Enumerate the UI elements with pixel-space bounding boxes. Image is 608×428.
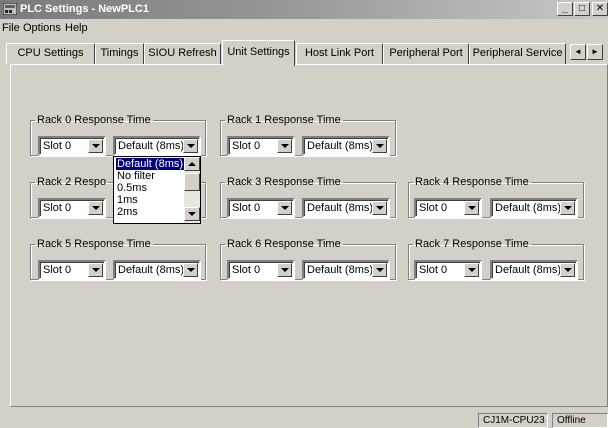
status-model: CJ1M-CPU23	[478, 413, 548, 428]
rack-6-time-value: Default (8ms)	[307, 264, 374, 276]
rack-0-time-value: Default (8ms)	[118, 140, 185, 152]
tab-scroll-right-icon[interactable]: ►	[587, 44, 603, 60]
rack-0-slot-value: Slot 0	[43, 140, 72, 152]
rack-3-slot-value: Slot 0	[232, 202, 261, 214]
chevron-down-icon[interactable]	[88, 263, 103, 277]
menu-bar: File Options Help	[0, 19, 608, 37]
rack-1-time-value: Default (8ms)	[307, 140, 374, 152]
rack-3-slot-select[interactable]: Slot 0	[227, 198, 295, 218]
rack-7-slot-select[interactable]: Slot 0	[414, 260, 482, 280]
rack-6-slot-value: Slot 0	[232, 264, 261, 276]
tab-host-link-port[interactable]: Host Link Port	[296, 43, 383, 64]
rack-3-time-select[interactable]: Default (8ms)	[302, 198, 390, 218]
chevron-down-icon[interactable]	[277, 139, 292, 153]
response-time-dropdown-list[interactable]: Default (8ms) No filter 0.5ms 1ms 2ms	[113, 156, 201, 224]
chevron-down-icon[interactable]	[277, 201, 292, 215]
rack-5-time-select[interactable]: Default (8ms)	[113, 260, 201, 280]
menu-file[interactable]: File	[2, 22, 20, 34]
rack-6-slot-select[interactable]: Slot 0	[227, 260, 295, 280]
rack-4-time-select[interactable]: Default (8ms)	[490, 198, 578, 218]
chevron-down-icon[interactable]	[372, 201, 387, 215]
rack-6-time-select[interactable]: Default (8ms)	[302, 260, 390, 280]
chevron-down-icon[interactable]	[88, 201, 103, 215]
chevron-down-icon[interactable]	[183, 139, 198, 153]
rack-7-label: Rack 7 Response Time	[415, 238, 529, 250]
chevron-down-icon[interactable]	[560, 263, 575, 277]
chevron-down-icon[interactable]	[88, 139, 103, 153]
chevron-down-icon[interactable]	[560, 201, 575, 215]
title-bar: PLC Settings - NewPLC1 _ □ ✕	[0, 0, 608, 19]
rack-1-slot-value: Slot 0	[232, 140, 261, 152]
scroll-up-icon[interactable]	[184, 157, 200, 171]
rack-3-time-value: Default (8ms)	[307, 202, 374, 214]
menu-options[interactable]: Options	[23, 22, 61, 34]
chevron-down-icon[interactable]	[277, 263, 292, 277]
rack-5-time-value: Default (8ms)	[118, 264, 185, 276]
rack-1-label: Rack 1 Response Time	[227, 114, 341, 126]
rack-4-slot-value: Slot 0	[419, 202, 448, 214]
rack-0-time-select[interactable]: Default (8ms)	[113, 136, 201, 156]
chevron-down-icon[interactable]	[464, 201, 479, 215]
minimize-button[interactable]: _	[557, 2, 573, 16]
window-title: PLC Settings - NewPLC1	[20, 3, 149, 15]
rack-2-slot-select[interactable]: Slot 0	[38, 198, 106, 218]
maximize-button[interactable]: □	[574, 2, 590, 16]
tab-siou-refresh[interactable]: SIOU Refresh	[144, 43, 221, 64]
rack-6-label: Rack 6 Response Time	[227, 238, 341, 250]
rack-2-label: Rack 2 Respo	[37, 176, 107, 188]
status-mode: Offline	[552, 413, 608, 428]
rack-5-slot-select[interactable]: Slot 0	[38, 260, 106, 280]
menu-help[interactable]: Help	[65, 22, 88, 34]
dropdown-option[interactable]: 1ms	[116, 194, 184, 206]
tab-cpu-settings[interactable]: CPU Settings	[6, 43, 95, 64]
tab-peripheral-port[interactable]: Peripheral Port	[383, 43, 469, 64]
rack-5-label: Rack 5 Response Time	[37, 238, 151, 250]
status-bar: CJ1M-CPU23 Offline	[0, 412, 608, 428]
rack-1-time-select[interactable]: Default (8ms)	[302, 136, 390, 156]
tab-unit-settings[interactable]: Unit Settings	[222, 40, 295, 66]
rack-4-label: Rack 4 Response Time	[415, 176, 529, 188]
chevron-down-icon[interactable]	[372, 263, 387, 277]
chevron-down-icon[interactable]	[183, 263, 198, 277]
dropdown-option[interactable]: Default (8ms)	[116, 158, 184, 170]
rack-3-label: Rack 3 Response Time	[227, 176, 341, 188]
chevron-down-icon[interactable]	[464, 263, 479, 277]
scroll-thumb[interactable]	[184, 173, 200, 191]
rack-4-slot-select[interactable]: Slot 0	[414, 198, 482, 218]
rack-7-time-value: Default (8ms)	[495, 264, 562, 276]
rack-0-slot-select[interactable]: Slot 0	[38, 136, 106, 156]
tab-peripheral-service[interactable]: Peripheral Service	[469, 43, 566, 64]
scroll-down-icon[interactable]	[184, 207, 200, 221]
rack-1-slot-select[interactable]: Slot 0	[227, 136, 295, 156]
close-button[interactable]: ✕	[592, 2, 608, 16]
dropdown-option[interactable]: 0.5ms	[116, 182, 184, 194]
tab-scroll-left-icon[interactable]: ◄	[570, 44, 586, 60]
chevron-down-icon[interactable]	[372, 139, 387, 153]
dropdown-option[interactable]: 2ms	[116, 206, 184, 218]
tab-timings[interactable]: Timings	[95, 43, 144, 64]
rack-0-label: Rack 0 Response Time	[37, 114, 151, 126]
rack-5-slot-value: Slot 0	[43, 264, 72, 276]
dropdown-scrollbar[interactable]	[184, 157, 200, 223]
rack-2-slot-value: Slot 0	[43, 202, 72, 214]
tab-strip: CPU Settings Timings SIOU Refresh Unit S…	[0, 40, 608, 66]
rack-7-slot-value: Slot 0	[419, 264, 448, 276]
dropdown-option[interactable]: No filter	[116, 170, 184, 182]
plc-settings-icon	[3, 3, 17, 15]
rack-4-time-value: Default (8ms)	[495, 202, 562, 214]
rack-7-time-select[interactable]: Default (8ms)	[490, 260, 578, 280]
